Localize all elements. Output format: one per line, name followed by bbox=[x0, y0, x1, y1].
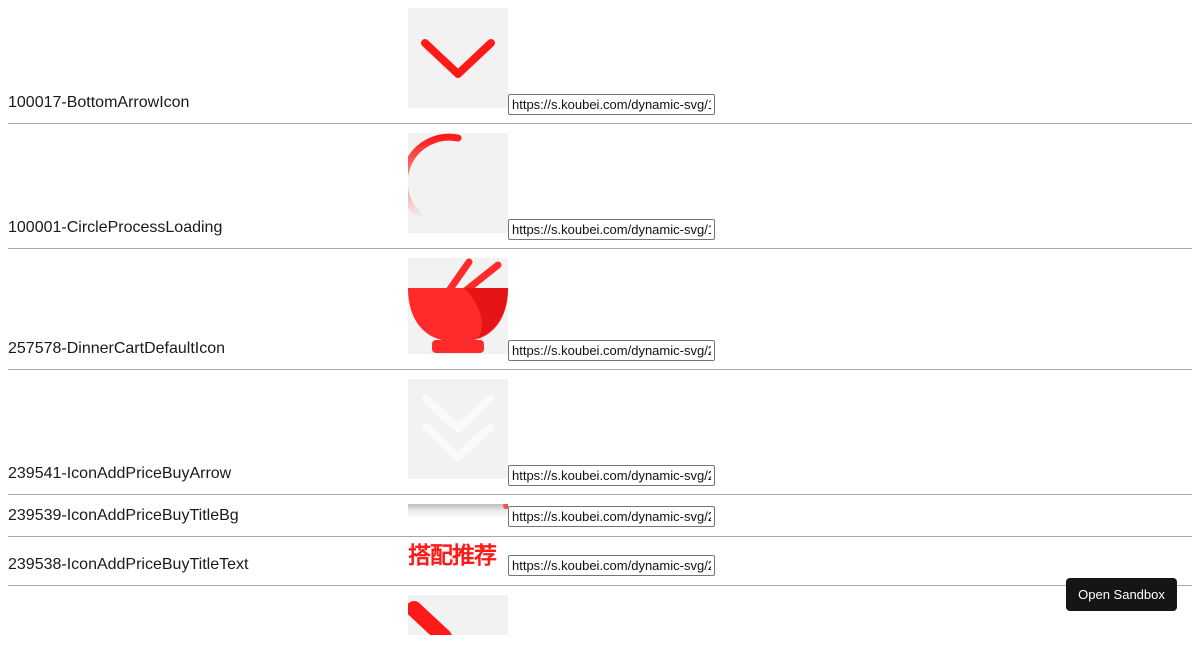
icon-row: 100017-BottomArrowIcon bbox=[8, 8, 1192, 124]
icon-name-label: 100017-BottomArrowIcon bbox=[8, 94, 190, 111]
icon-row: 239539-IconAddPriceBuyTitleBg bbox=[8, 495, 1192, 537]
svg-url-input[interactable] bbox=[508, 465, 715, 486]
title-text-glyphs: 搭配推荐 bbox=[408, 543, 497, 569]
icon-row: 257578-DinnerCartDefaultIcon bbox=[8, 249, 1192, 370]
icon-row bbox=[8, 586, 1192, 646]
open-sandbox-button[interactable]: Open Sandbox bbox=[1066, 578, 1177, 611]
svg-url-input[interactable] bbox=[508, 340, 715, 361]
circle-loading-icon bbox=[408, 133, 508, 233]
svg-url-input[interactable] bbox=[508, 94, 715, 115]
partial-red-icon bbox=[408, 595, 508, 635]
icon-name-label: 239539-IconAddPriceBuyTitleBg bbox=[8, 507, 239, 524]
chevron-down-icon bbox=[408, 8, 508, 108]
icon-name-label: 257578-DinnerCartDefaultIcon bbox=[8, 340, 226, 357]
title-text-icon: 搭配推荐 bbox=[408, 541, 508, 573]
double-chevron-down-icon bbox=[408, 379, 508, 479]
svg-url-input[interactable] bbox=[508, 555, 715, 576]
icon-row: 239541-IconAddPriceBuyArrow bbox=[8, 370, 1192, 495]
icon-row: 100001-CircleProcessLoading bbox=[8, 124, 1192, 249]
icon-row: 239538-IconAddPriceBuyTitleText 搭配推荐 bbox=[8, 537, 1192, 586]
icon-name-label: 239541-IconAddPriceBuyArrow bbox=[8, 465, 232, 482]
svg-url-input[interactable] bbox=[508, 219, 715, 240]
icon-name-label: 239538-IconAddPriceBuyTitleText bbox=[8, 556, 249, 573]
bowl-chopsticks-icon bbox=[408, 258, 508, 354]
title-bg-icon bbox=[408, 504, 508, 518]
svg-url-input[interactable] bbox=[508, 506, 715, 527]
icon-name-label: 100001-CircleProcessLoading bbox=[8, 219, 223, 236]
